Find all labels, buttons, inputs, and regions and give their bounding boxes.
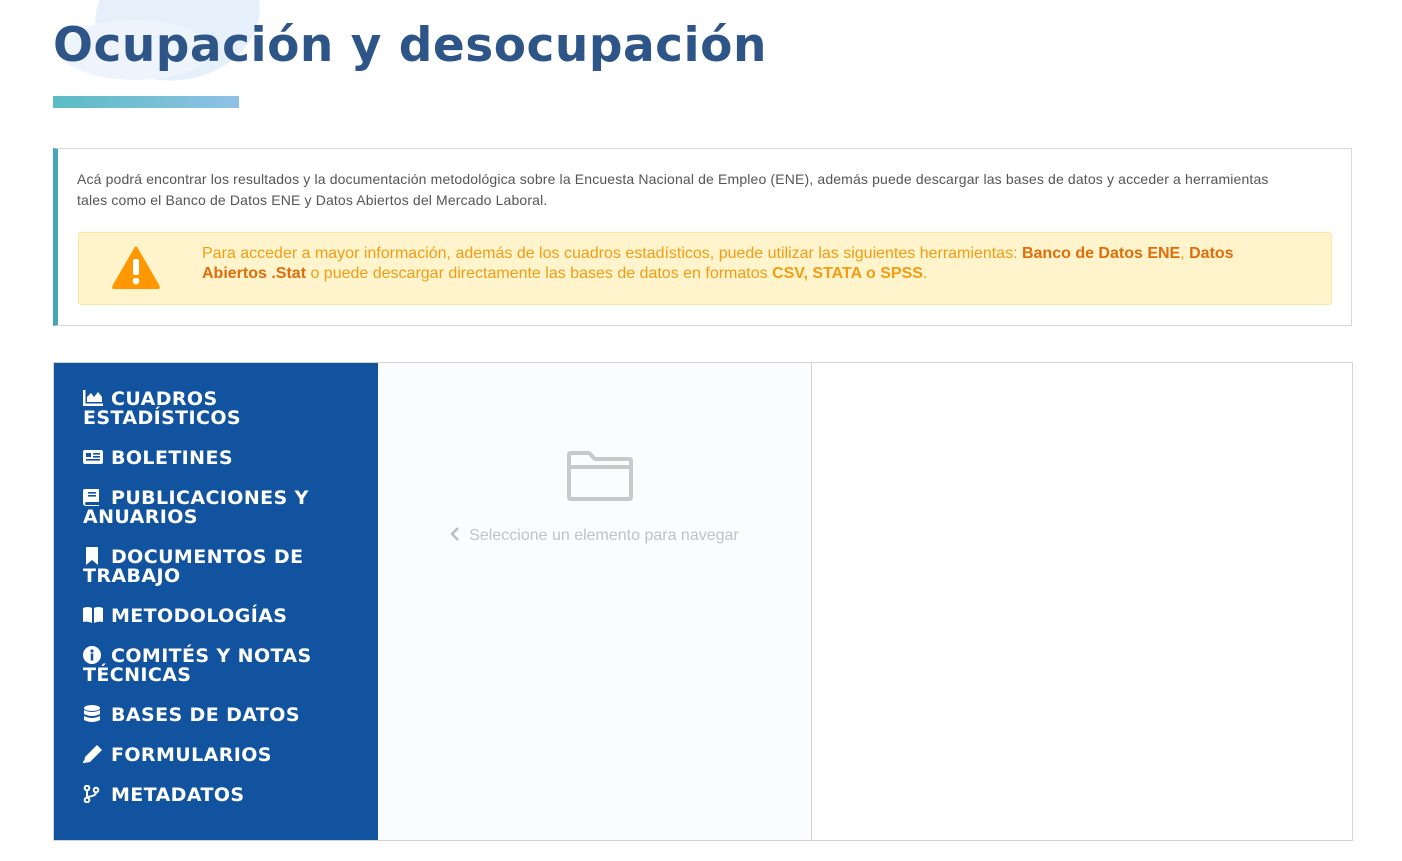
warning-separator: , — [1180, 245, 1190, 262]
sidebar-item-metodologias[interactable]: METODOLOGÍAS — [83, 606, 363, 626]
intro-text: Acá podrá encontrar los resultados y la … — [77, 171, 1269, 208]
open-book-icon — [83, 606, 103, 624]
sidebar-item-metadatos[interactable]: METADATOS — [83, 785, 363, 805]
info-box: Acá podrá encontrar los resultados y la … — [53, 148, 1352, 326]
sidebar-item-cuadros-estadisticos[interactable]: CUADROS ESTADÍSTICOS — [83, 389, 363, 428]
sidebar-item-boletines[interactable]: BOLETINES — [83, 448, 363, 468]
sidebar-item-label: FORMULARIOS — [111, 744, 272, 766]
detail-pane — [812, 363, 1352, 840]
formats-text: CSV, STATA o SPSS — [772, 265, 923, 282]
warning-triangle-icon — [112, 246, 160, 289]
code-branch-icon — [83, 785, 103, 803]
sidebar-item-publicaciones[interactable]: PUBLICACIONES Y ANUARIOS — [83, 488, 363, 527]
bookmark-icon — [83, 547, 103, 565]
navigator-panel: CUADROS ESTADÍSTICOS BOLETINES PUBLICACI… — [53, 362, 1353, 841]
sidebar-item-label: BOLETINES — [111, 447, 233, 469]
warning-text-part: o puede descargar directamente las bases… — [306, 265, 773, 282]
book-icon — [83, 488, 103, 506]
sidebar-item-label: CUADROS ESTADÍSTICOS — [83, 388, 241, 429]
sidebar-item-documentos-de-trabajo[interactable]: DOCUMENTOS DE TRABAJO — [83, 547, 363, 586]
page-title: Ocupación y desocupación — [53, 18, 767, 73]
warning-text: Para acceder a mayor información, además… — [202, 244, 1302, 284]
chevron-left-icon — [450, 527, 460, 541]
warning-alert: Para acceder a mayor información, además… — [78, 232, 1332, 305]
area-chart-icon — [83, 389, 103, 407]
browse-hint-text: Seleccione un elemento para navegar — [469, 527, 739, 544]
sidebar-item-label: COMITÉS Y NOTAS TÉCNICAS — [83, 645, 312, 686]
browser-pane: Seleccione un elemento para navegar — [378, 363, 812, 840]
sidebar-item-comites-notas-tecnicas[interactable]: COMITÉS Y NOTAS TÉCNICAS — [83, 646, 363, 685]
database-icon — [83, 705, 103, 723]
sidebar-item-label: METADATOS — [111, 784, 245, 806]
folder-icon — [567, 451, 633, 501]
newspaper-icon — [83, 448, 103, 466]
sidebar-menu: CUADROS ESTADÍSTICOS BOLETINES PUBLICACI… — [83, 389, 363, 825]
sidebar-item-label: PUBLICACIONES Y ANUARIOS — [83, 487, 309, 528]
sidebar-item-bases-de-datos[interactable]: BASES DE DATOS — [83, 705, 363, 725]
banco-datos-link[interactable]: Banco de Datos ENE — [1022, 245, 1180, 262]
sidebar-item-formularios[interactable]: FORMULARIOS — [83, 745, 363, 765]
page: Ocupación y desocupación Acá podrá encon… — [0, 0, 1402, 861]
sidebar-item-label: BASES DE DATOS — [111, 704, 300, 726]
info-circle-icon — [83, 646, 103, 664]
sidebar-item-label: METODOLOGÍAS — [111, 605, 288, 627]
title-underline — [53, 96, 239, 108]
warning-text-part: . — [922, 265, 928, 282]
browse-hint: Seleccione un elemento para navegar — [378, 527, 811, 545]
sidebar: CUADROS ESTADÍSTICOS BOLETINES PUBLICACI… — [54, 363, 378, 840]
warning-text-part: Para acceder a mayor información, además… — [202, 245, 1022, 262]
sidebar-item-label: DOCUMENTOS DE TRABAJO — [83, 546, 304, 587]
pen-icon — [83, 745, 103, 763]
